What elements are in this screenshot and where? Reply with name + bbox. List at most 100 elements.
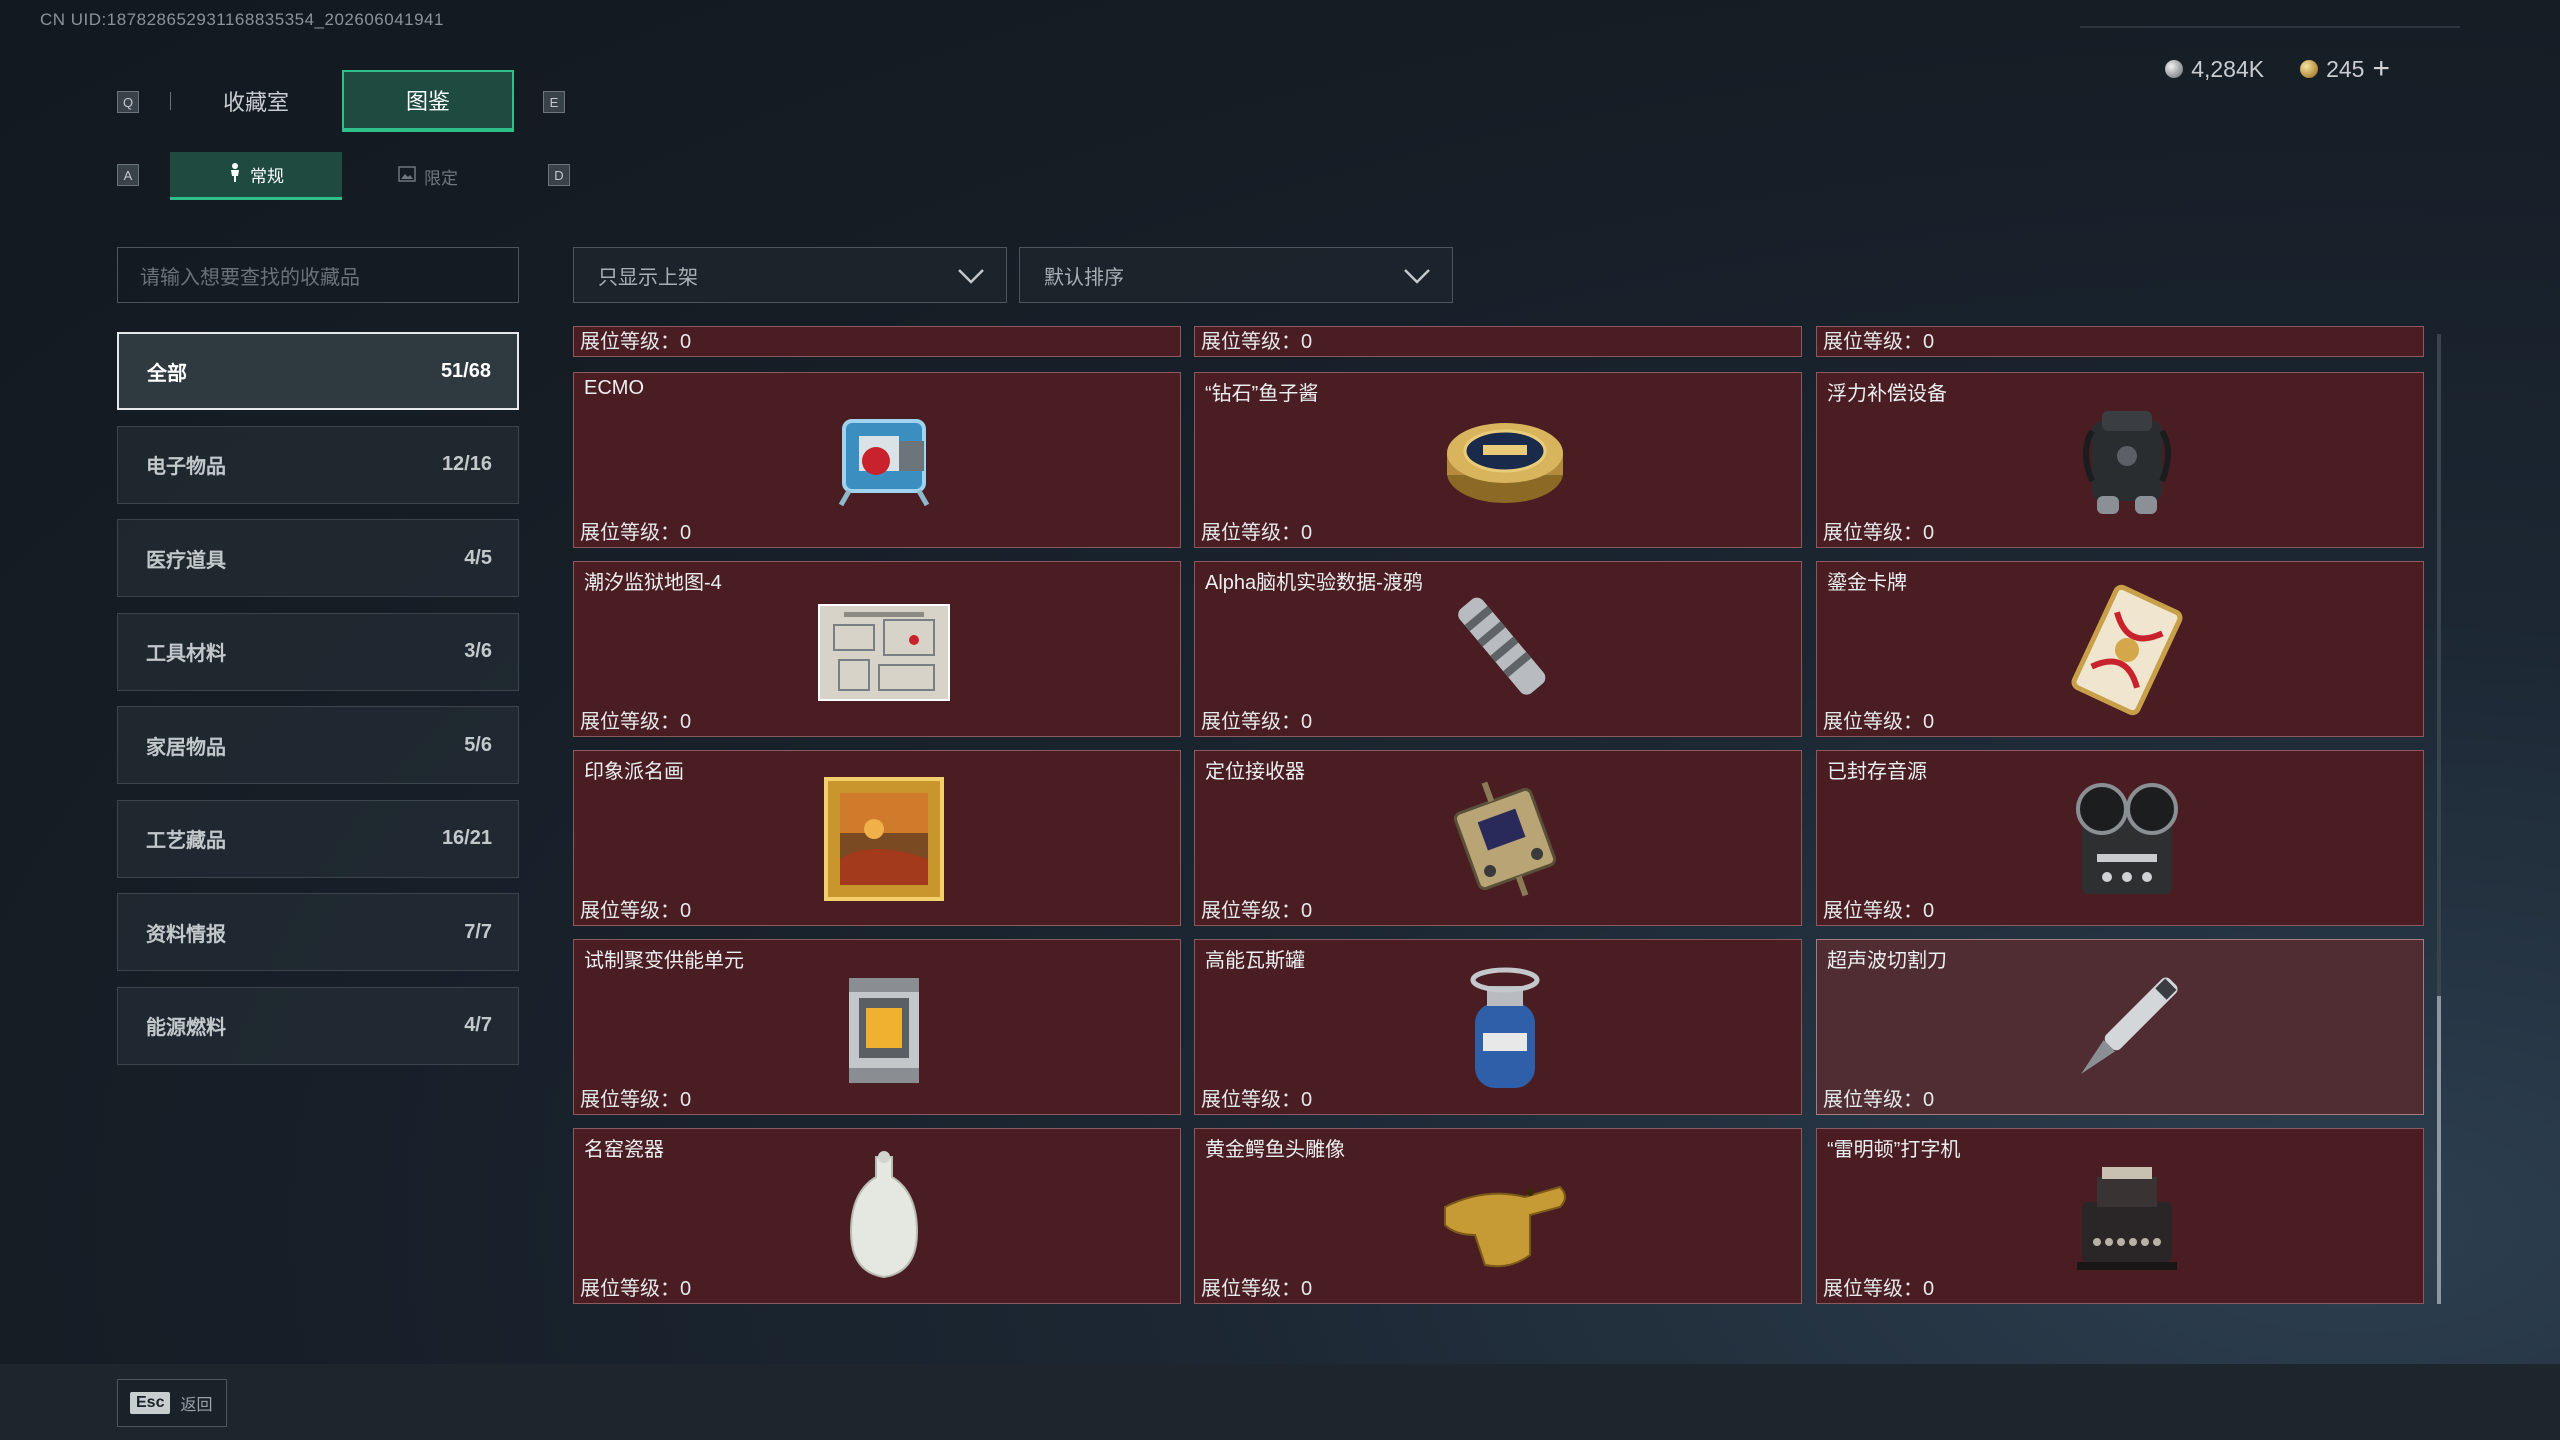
item-level: 展位等级：0 xyxy=(1201,1278,1313,1300)
item-name: 已封存音源 xyxy=(1827,761,1927,783)
tab-collection-room[interactable]: 收藏室 xyxy=(170,70,342,132)
item-card[interactable]: 已封存音源展位等级：0 xyxy=(1816,750,2424,926)
item-card[interactable]: “钻石”鱼子酱展位等级：0 xyxy=(1194,372,1802,548)
category-label: 能源燃料 xyxy=(146,1017,226,1039)
tab-label: 收藏室 xyxy=(222,90,289,115)
item-card[interactable]: 浮力补偿设备展位等级：0 xyxy=(1816,372,2424,548)
tab-separator xyxy=(170,92,171,110)
back-button[interactable]: Esc 返回 xyxy=(117,1379,227,1427)
data-cylinder-icon xyxy=(1435,580,1575,720)
item-card[interactable]: 高能瓦斯罐 展位等级：0 xyxy=(1194,939,1802,1115)
item-name: ECMO xyxy=(584,377,644,399)
category-crafts[interactable]: 工艺藏品 16/21 xyxy=(117,799,519,878)
add-currency-button[interactable]: + xyxy=(2372,52,2390,86)
item-card[interactable]: 名窑瓷器展位等级：0 xyxy=(573,1128,1181,1304)
category-medical[interactable]: 医疗道具 4/5 xyxy=(117,519,519,597)
item-name: 定位接收器 xyxy=(1205,761,1305,783)
item-card[interactable]: 黄金鳄鱼头雕像 展位等级：0 xyxy=(1194,1128,1802,1304)
sort-dropdown[interactable]: 默认排序 xyxy=(1019,247,1453,303)
category-energy[interactable]: 能源燃料 4/7 xyxy=(117,986,519,1065)
item-level: 展位等级：0 xyxy=(1201,900,1313,922)
sort-value: 默认排序 xyxy=(1044,266,1124,289)
back-label: 返回 xyxy=(180,1397,213,1414)
item-name: 浮力补偿设备 xyxy=(1827,383,1947,405)
subtab-label: 常规 xyxy=(250,167,284,186)
ecmo-icon xyxy=(814,391,954,531)
receiver-icon xyxy=(1435,769,1575,909)
item-name: 超声波切割刀 xyxy=(1827,950,1947,972)
gold-amount: 245 xyxy=(2326,55,2365,82)
shelf-filter-dropdown[interactable]: 只显示上架 xyxy=(573,247,1007,303)
category-list: 全部 51/68 电子物品 12/16 医疗道具 4/5 工具材料 3/6 家居… xyxy=(117,332,519,1080)
bcd-vest-icon xyxy=(2057,391,2197,531)
item-card[interactable]: ECMO 展位等级：0 xyxy=(573,372,1181,548)
category-household[interactable]: 家居物品 5/6 xyxy=(117,706,519,784)
figure-icon xyxy=(228,162,242,187)
item-card[interactable]: 潮汐监狱地图-4 展位等级：0 xyxy=(573,561,1181,737)
category-electronics[interactable]: 电子物品 12/16 xyxy=(117,425,519,504)
chevron-down-icon xyxy=(956,262,986,294)
item-level: 展位等级：0 xyxy=(1823,900,1935,922)
item-level: 展位等级：0 xyxy=(1823,522,1935,544)
item-name: 名窑瓷器 xyxy=(584,1139,664,1161)
item-name: 试制聚变供能单元 xyxy=(584,950,744,972)
prev-subtab-key-hint[interactable]: A xyxy=(117,164,139,186)
gold-crocodile-icon xyxy=(1435,1147,1575,1287)
category-label: 资料情报 xyxy=(146,923,226,946)
category-count: 12/16 xyxy=(441,453,492,475)
subtab-limited[interactable]: 限定 xyxy=(342,152,514,200)
prev-tab-key-hint[interactable]: Q xyxy=(117,91,139,113)
grid-scrollbar-thumb[interactable] xyxy=(2437,996,2441,1304)
image-icon xyxy=(398,165,416,187)
category-tools[interactable]: 工具材料 3/6 xyxy=(117,612,519,691)
chevron-down-icon xyxy=(1402,262,1432,294)
item-name: 印象派名画 xyxy=(584,761,684,783)
painting-icon xyxy=(814,769,954,909)
item-name: Alpha脑机实验数据-渡鸦 xyxy=(1205,572,1423,594)
tab-catalog[interactable]: 图鉴 xyxy=(342,70,514,132)
item-card[interactable]: 鎏金卡牌 展位等级：0 xyxy=(1816,561,2424,737)
main-tabs: 收藏室 图鉴 xyxy=(170,70,514,132)
silver-amount: 4,284K xyxy=(2191,55,2265,82)
next-subtab-key-hint[interactable]: D xyxy=(548,164,570,186)
item-level: 展位等级：0 xyxy=(580,1278,692,1300)
category-label: 家居物品 xyxy=(146,736,226,759)
sub-tabs: 常规 限定 xyxy=(170,152,514,200)
item-card-partial[interactable]: 展位等级：0 xyxy=(573,326,1181,357)
gas-canister-icon xyxy=(1435,958,1575,1098)
item-level: 展位等级：0 xyxy=(1823,1089,1935,1111)
category-label: 工艺藏品 xyxy=(146,830,226,852)
category-count: 3/6 xyxy=(464,640,492,662)
item-card-partial[interactable]: 展位等级：0 xyxy=(1816,326,2424,357)
subtab-regular[interactable]: 常规 xyxy=(170,152,342,200)
item-level: 展位等级：0 xyxy=(580,522,692,544)
item-card[interactable]: 超声波切割刀展位等级：0 xyxy=(1816,939,2424,1115)
caviar-tin-icon xyxy=(1435,391,1575,531)
category-label: 工具材料 xyxy=(146,643,226,665)
bottom-bar xyxy=(0,1364,2560,1440)
item-card[interactable]: 试制聚变供能单元 展位等级：0 xyxy=(573,939,1181,1115)
item-card-partial[interactable]: 展位等级：0 xyxy=(1194,326,1802,357)
item-name: 潮汐监狱地图-4 xyxy=(584,572,722,594)
item-level: 展位等级：0 xyxy=(1201,331,1313,353)
gold-currency: 245 + xyxy=(2300,52,2390,86)
search-input[interactable]: 请输入想要查找的收藏品 xyxy=(117,247,519,303)
category-label: 电子物品 xyxy=(146,456,226,478)
item-card[interactable]: “雷明顿”打字机 展位等级：0 xyxy=(1816,1128,2424,1304)
item-name: 鎏金卡牌 xyxy=(1827,572,1907,594)
silver-coin-icon xyxy=(2165,60,2184,78)
item-level: 展位等级：0 xyxy=(1201,522,1313,544)
category-intel[interactable]: 资料情报 7/7 xyxy=(117,893,519,971)
item-card[interactable]: Alpha脑机实验数据-渡鸦展位等级：0 xyxy=(1194,561,1802,737)
item-name: “钻石”鱼子酱 xyxy=(1205,383,1319,405)
next-tab-key-hint[interactable]: E xyxy=(543,91,565,113)
category-all[interactable]: 全部 51/68 xyxy=(117,332,519,410)
item-level: 展位等级：0 xyxy=(580,711,692,733)
item-level: 展位等级：0 xyxy=(1823,1278,1935,1300)
reel-recorder-icon xyxy=(2057,769,2197,909)
item-level: 展位等级：0 xyxy=(1201,711,1313,733)
item-card[interactable]: 印象派名画 展位等级：0 xyxy=(573,750,1181,926)
category-label: 全部 xyxy=(147,362,187,385)
item-card[interactable]: 定位接收器展位等级：0 xyxy=(1194,750,1802,926)
tab-label: 图鉴 xyxy=(405,89,450,114)
